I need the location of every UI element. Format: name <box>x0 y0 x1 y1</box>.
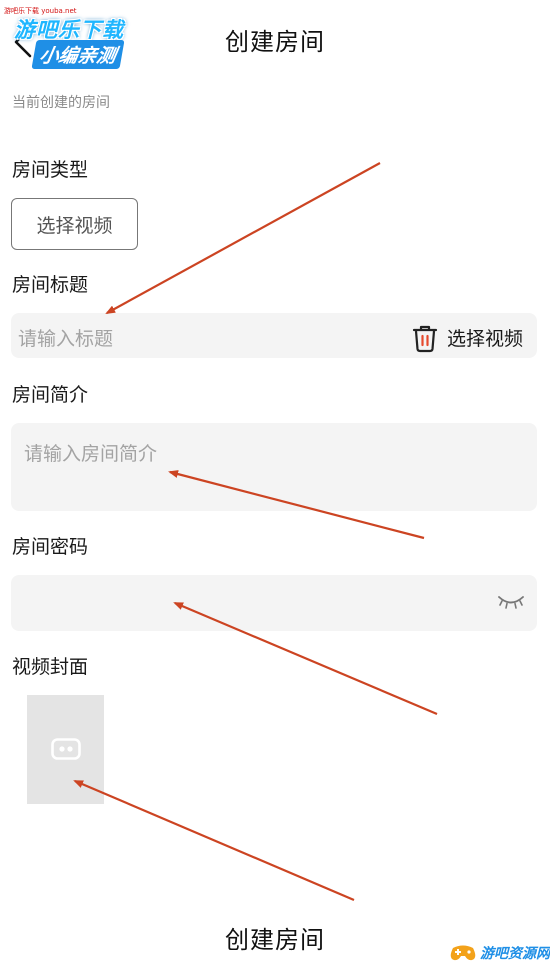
eye-closed-icon[interactable] <box>497 592 525 612</box>
watermark-logo: 游吧乐下载 youba.net 游吧乐下载 小编亲测 <box>4 6 148 69</box>
arrow-to-cover <box>73 779 355 902</box>
room-intro-placeholder: 请输入房间简介 <box>24 443 158 465</box>
video-cover-label: 视频封面 <box>12 656 89 678</box>
arrow-to-title <box>105 162 381 314</box>
room-intro-label: 房间简介 <box>12 384 89 406</box>
trash-icon[interactable] <box>411 323 439 353</box>
select-video-button[interactable]: 选择视频 <box>11 198 138 250</box>
room-title-placeholder: 请输入标题 <box>18 328 114 350</box>
watermark-bottom-right: 游吧资源网 <box>448 942 550 962</box>
select-video-link[interactable]: 选择视频 <box>447 324 523 351</box>
room-title-input[interactable]: 请输入标题 选择视频 <box>11 313 537 358</box>
room-intro-textarea[interactable]: 请输入房间简介 <box>11 423 537 511</box>
section-hint: 当前创建的房间 <box>12 95 110 111</box>
video-icon <box>51 738 81 760</box>
watermark-bottom-text: 游吧资源网 <box>480 946 550 962</box>
room-type-label: 房间类型 <box>12 159 89 181</box>
room-password-input[interactable] <box>11 575 537 631</box>
video-cover-upload[interactable] <box>27 695 104 804</box>
room-password-label: 房间密码 <box>12 536 89 558</box>
gamepad-logo-icon <box>450 945 476 961</box>
room-title-label: 房间标题 <box>12 274 89 296</box>
watermark-line2: 小编亲测 <box>31 40 125 69</box>
